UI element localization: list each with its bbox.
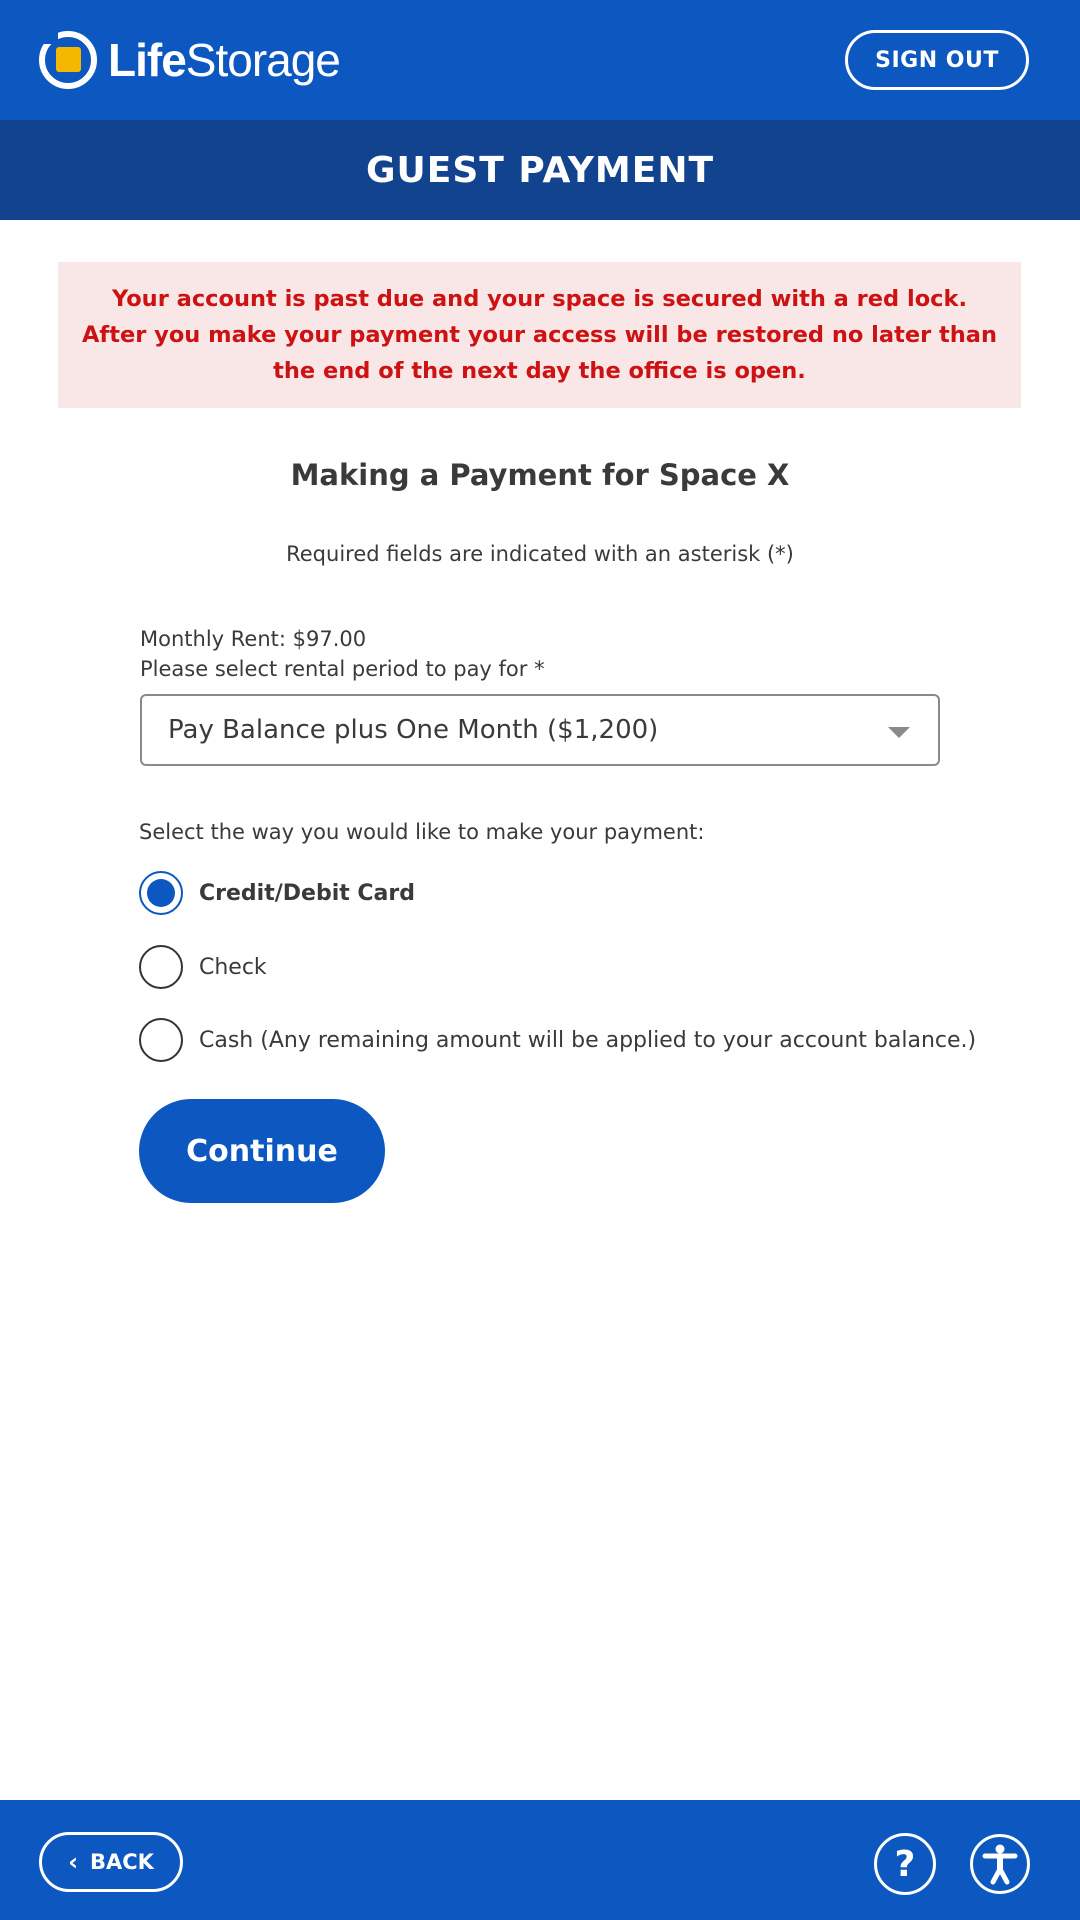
continue-button[interactable]: Continue [139,1099,385,1203]
payment-method-credit-card-label: Credit/Debit Card [199,880,415,906]
lifestorage-logo[interactable]: LifeStorage [38,28,341,92]
radio-button-cash[interactable] [139,1018,183,1062]
payment-method-credit-card[interactable]: Credit/Debit Card [139,871,415,915]
radio-button-check[interactable] [139,945,183,989]
payment-method-check-label: Check [199,954,267,980]
payment-method-label: Select the way you would like to make yo… [139,820,705,844]
payment-method-cash[interactable]: Cash (Any remaining amount will be appli… [139,1018,976,1062]
payment-method-check[interactable]: Check [139,945,267,989]
rental-period-selected-value: Pay Balance plus One Month ($1,200) [168,715,659,745]
logo-mark-icon [38,30,97,89]
accessibility-icon[interactable] [969,1833,1031,1895]
question-mark-icon[interactable]: ? [874,1833,936,1895]
required-fields-note: Required fields are indicated with an as… [286,542,794,566]
page-title: GUEST PAYMENT [365,149,715,191]
logo-wordmark: LifeStorage [108,34,341,86]
bottom-bar: ‹ BACK ? [0,1800,1080,1920]
radio-button-credit-card[interactable] [139,871,183,915]
chevron-left-icon: ‹ [68,1848,78,1876]
rental-period-label: Please select rental period to pay for * [140,657,545,681]
alert-line-1: Your account is past due and your space … [112,286,967,312]
payment-method-cash-label: Cash (Any remaining amount will be appli… [199,1027,977,1053]
monthly-rent: Monthly Rent: $97.00 [140,627,367,651]
back-button-label: BACK [89,1850,154,1874]
chevron-down-icon [888,727,910,738]
alert-line-2: After you make your payment your access … [82,322,997,348]
rental-period-select[interactable]: Pay Balance plus One Month ($1,200) [140,694,940,766]
top-bar: LifeStorage SIGN OUT [0,0,1080,120]
sign-out-button[interactable]: SIGN OUT [845,30,1029,90]
alert-line-3: the end of the next day the office is op… [273,358,806,384]
page-title-bar: GUEST PAYMENT [0,120,1080,220]
back-button[interactable]: ‹ BACK [39,1832,183,1892]
past-due-alert: Your account is past due and your space … [58,262,1021,408]
payment-heading: Making a Payment for Space X [290,458,790,492]
